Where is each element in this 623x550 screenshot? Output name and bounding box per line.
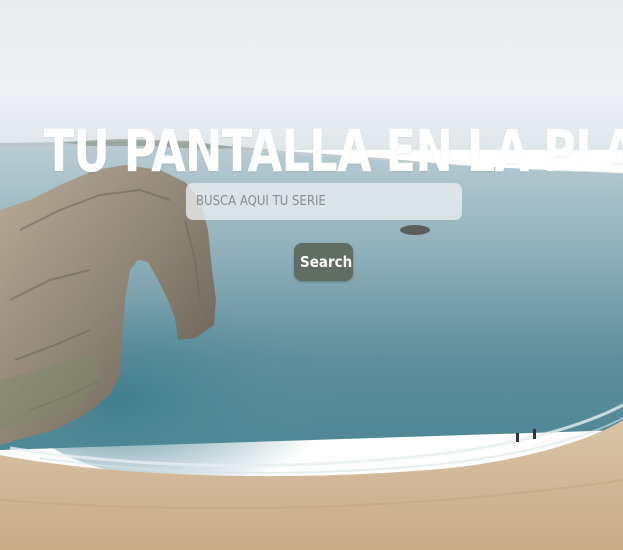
search-input[interactable] xyxy=(186,183,462,220)
search-button[interactable]: Search xyxy=(294,243,353,281)
hero-section: TU PANTALLA EN LA PLAYA. Search xyxy=(0,0,623,550)
hero-title: TU PANTALLA EN LA PLAYA. xyxy=(43,116,623,185)
